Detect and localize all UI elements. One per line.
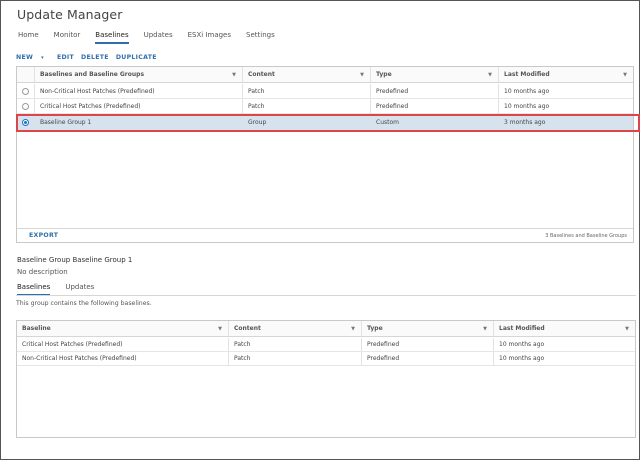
divider — [16, 295, 636, 296]
row-radio[interactable] — [22, 87, 29, 95]
column-label: Type — [376, 71, 392, 78]
action-bar: NEW ▾ EDIT DELETE DUPLICATE — [16, 54, 164, 61]
row-radio-cell — [17, 99, 35, 113]
cell-type: Predefined — [371, 84, 499, 98]
delete-button[interactable]: DELETE — [81, 54, 109, 61]
table-row: Non-Critical Host Patches (Predefined) P… — [17, 352, 635, 366]
filter-icon[interactable]: ▼ — [360, 72, 364, 78]
group-baselines-grid: Baseline ▼ Content ▼ Type ▼ Last Modifie… — [16, 320, 636, 438]
cell-last-modified: 10 months ago — [504, 102, 550, 110]
cell-last-modified: 10 months ago — [499, 355, 545, 362]
chevron-down-icon: ▾ — [41, 55, 44, 61]
filter-icon[interactable]: ▼ — [625, 326, 629, 332]
column-label: Last Modified — [499, 325, 545, 332]
duplicate-button[interactable]: DUPLICATE — [116, 54, 157, 61]
export-button[interactable]: EXPORT — [29, 232, 58, 239]
row-radio-selected[interactable] — [22, 119, 29, 126]
cell-name: Non-Critical Host Patches (Predefined) — [35, 84, 243, 98]
row-radio[interactable] — [22, 102, 29, 110]
main-nav: Home Monitor Baselines Updates ESXi Imag… — [18, 31, 290, 44]
column-label: Baseline — [22, 325, 51, 332]
cell-name: Critical Host Patches (Predefined) — [35, 99, 243, 113]
details-description: No description — [17, 268, 68, 276]
new-label: NEW — [16, 54, 34, 61]
select-column-header — [17, 67, 35, 82]
row-radio-cell — [17, 84, 35, 98]
column-label: Last Modified — [504, 71, 550, 78]
column-label: Type — [367, 325, 383, 332]
baselines-grid: Baselines and Baseline Groups ▼ Content … — [16, 66, 634, 243]
filter-icon[interactable]: ▼ — [218, 326, 222, 332]
column-header-content[interactable]: Content ▼ — [243, 67, 371, 82]
page-title: Update Manager — [17, 7, 123, 22]
filter-icon[interactable]: ▼ — [351, 326, 355, 332]
row-count: 3 Baselines and Baseline Groups — [545, 232, 627, 239]
cell-content: Group — [243, 115, 371, 130]
tab-esxi-images[interactable]: ESXi Images — [188, 31, 231, 44]
tab-baselines[interactable]: Baselines — [95, 31, 129, 44]
tab-updates[interactable]: Updates — [144, 31, 173, 44]
table-row[interactable]: Critical Host Patches (Predefined) Patch… — [17, 99, 633, 114]
details-title: Baseline Group Baseline Group 1 — [17, 256, 133, 264]
column-header-name[interactable]: Baselines and Baseline Groups ▼ — [35, 67, 243, 82]
tab-home[interactable]: Home — [18, 31, 39, 44]
column-header-last-modified[interactable]: Last Modified ▼ — [499, 67, 633, 82]
column-label: Content — [248, 71, 275, 78]
table-row-selected[interactable]: Baseline Group 1 Group Custom 3 months a… — [17, 115, 633, 131]
column-label: Content — [234, 325, 261, 332]
cell-name: Non-Critical Host Patches (Predefined) — [17, 352, 229, 365]
filter-icon[interactable]: ▼ — [623, 72, 627, 78]
cell-content: Patch — [243, 84, 371, 98]
column-header-last-modified[interactable]: Last Modified ▼ — [494, 321, 635, 336]
column-header-content[interactable]: Content ▼ — [229, 321, 362, 336]
grid-header: Baselines and Baseline Groups ▼ Content … — [17, 67, 633, 83]
column-label: Baselines and Baseline Groups — [40, 71, 145, 78]
cell-content: Patch — [229, 338, 362, 351]
cell-last-modified: 3 months ago — [504, 119, 546, 126]
details-note: This group contains the following baseli… — [16, 300, 152, 307]
cell-name: Baseline Group 1 — [35, 115, 243, 130]
column-header-type[interactable]: Type ▼ — [362, 321, 494, 336]
cell-type: Predefined — [362, 352, 494, 365]
tab-monitor[interactable]: Monitor — [54, 31, 81, 44]
filter-icon[interactable]: ▼ — [232, 72, 236, 78]
grid-footer: EXPORT 3 Baselines and Baseline Groups — [17, 228, 633, 242]
grid-header: Baseline ▼ Content ▼ Type ▼ Last Modifie… — [17, 321, 635, 337]
tab-settings[interactable]: Settings — [246, 31, 275, 44]
cell-type: Custom — [371, 115, 499, 130]
cell-type: Predefined — [371, 99, 499, 113]
cell-name: Critical Host Patches (Predefined) — [17, 338, 229, 351]
column-header-type[interactable]: Type ▼ — [371, 67, 499, 82]
edit-button[interactable]: EDIT — [57, 54, 74, 61]
cell-last-modified: 10 months ago — [504, 87, 550, 95]
filter-icon[interactable]: ▼ — [483, 326, 487, 332]
table-row: Critical Host Patches (Predefined) Patch… — [17, 338, 635, 352]
row-radio-cell — [17, 115, 35, 130]
cell-type: Predefined — [362, 338, 494, 351]
cell-content: Patch — [243, 99, 371, 113]
cell-content: Patch — [229, 352, 362, 365]
new-button[interactable]: NEW ▾ — [16, 54, 50, 61]
column-header-baseline[interactable]: Baseline ▼ — [17, 321, 229, 336]
table-row[interactable]: Non-Critical Host Patches (Predefined) P… — [17, 84, 633, 99]
filter-icon[interactable]: ▼ — [488, 72, 492, 78]
cell-last-modified: 10 months ago — [499, 341, 545, 348]
